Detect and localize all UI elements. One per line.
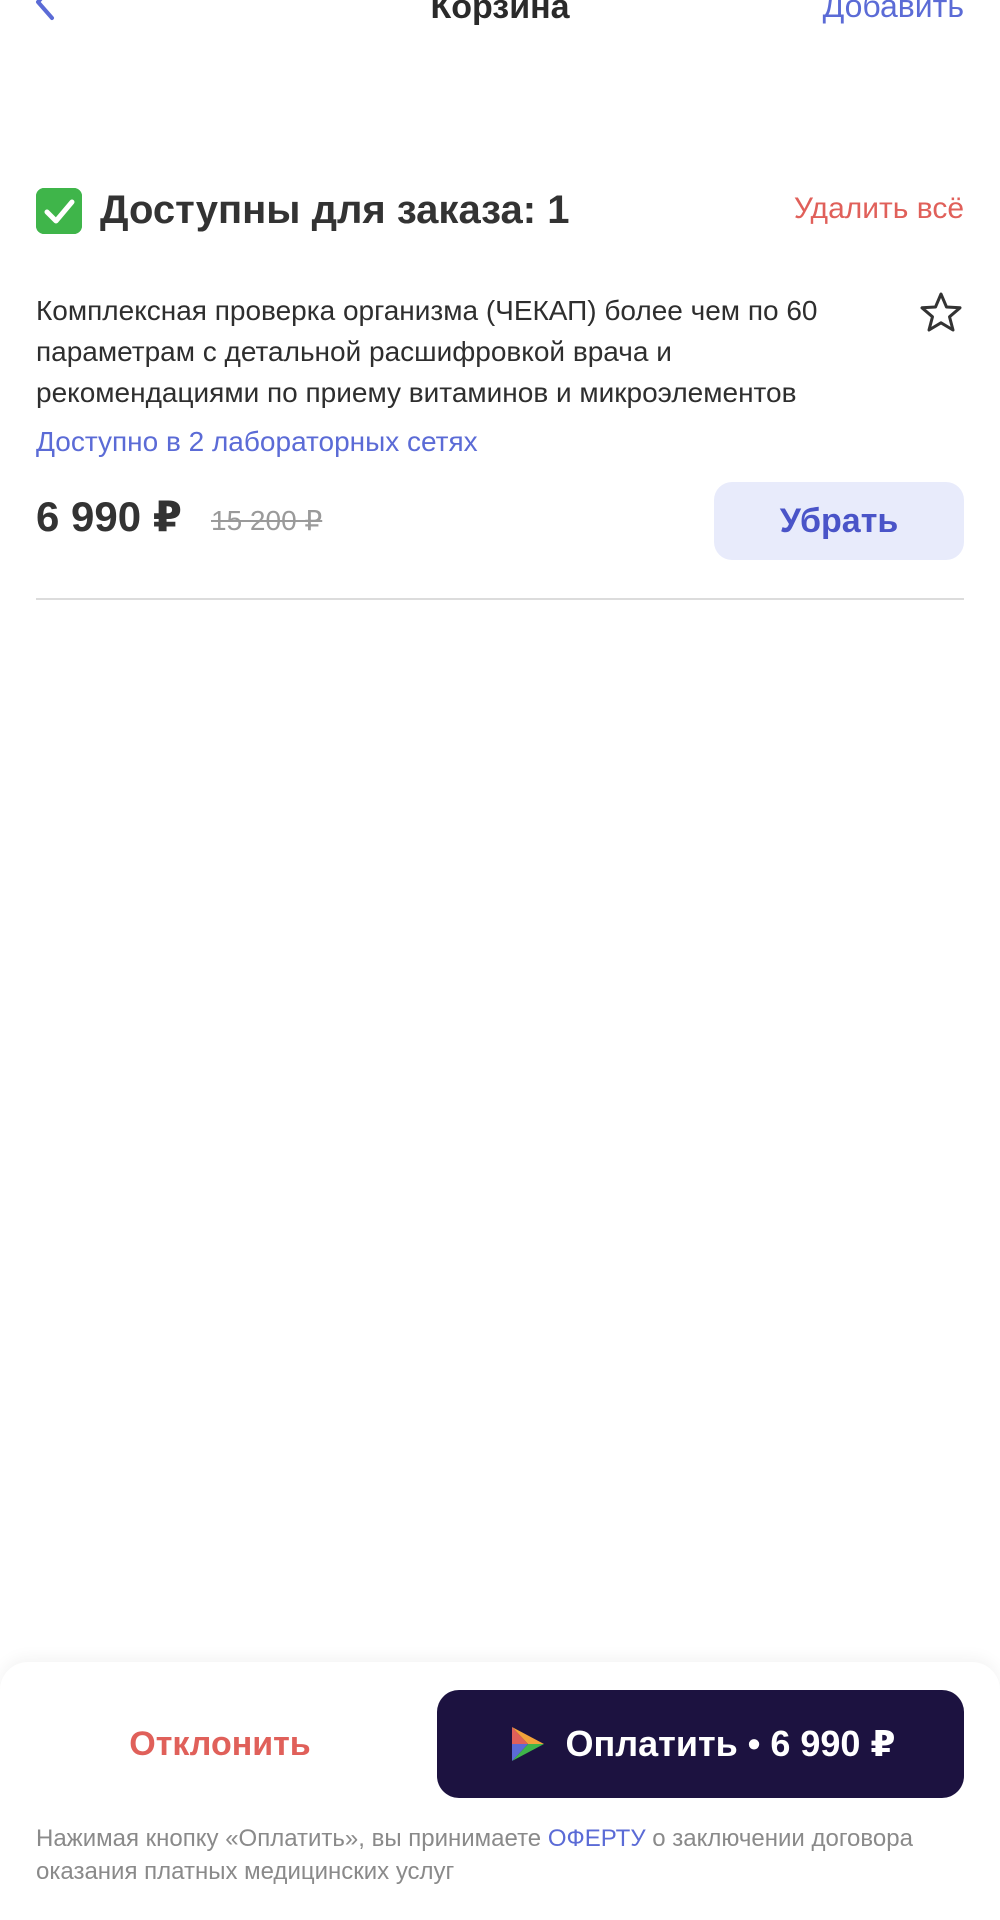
- price: 6 990 ₽: [36, 493, 182, 540]
- decline-button[interactable]: Отклонить: [36, 1690, 404, 1798]
- availability-link[interactable]: Доступно в 2 лабораторных сетях: [36, 426, 478, 458]
- divider: [36, 598, 964, 600]
- pay-button-label: Оплатить • 6 990 ₽: [565, 1723, 896, 1764]
- check-icon: [36, 188, 82, 234]
- delete-all-button[interactable]: Удалить всё: [794, 192, 964, 226]
- old-price: 15 200 ₽: [211, 505, 323, 536]
- star-icon[interactable]: [918, 290, 964, 336]
- top-nav: Корзина Добавить: [0, 0, 1000, 40]
- pay-button[interactable]: Оплатить • 6 990 ₽: [437, 1690, 964, 1798]
- disclaimer-text: Нажимая кнопку «Оплатить», вы принимаете: [36, 1825, 548, 1852]
- offer-link[interactable]: ОФЕРТУ: [548, 1825, 646, 1852]
- section-title: Доступны для заказа: 1: [100, 188, 570, 232]
- cart-screen: Корзина Добавить Доступны для заказа: 1 …: [0, 0, 1000, 1920]
- pay-logo-icon: [511, 1727, 544, 1761]
- section-header: Доступны для заказа: 1 Удалить всё: [36, 186, 964, 238]
- remove-button[interactable]: Убрать: [714, 482, 964, 560]
- add-button[interactable]: Добавить: [823, 0, 964, 25]
- cart-item: Комплексная проверка организма (ЧЕКАП) б…: [36, 290, 964, 600]
- price-row: 6 990 ₽ 15 200 ₽ Убрать: [36, 482, 964, 562]
- bottom-bar: Отклонить Оплатить • 6 990 ₽ Нажимая кно…: [0, 1662, 1000, 1920]
- item-title[interactable]: Комплексная проверка организма (ЧЕКАП) б…: [36, 290, 896, 413]
- disclaimer: Нажимая кнопку «Оплатить», вы принимаете…: [36, 1822, 964, 1888]
